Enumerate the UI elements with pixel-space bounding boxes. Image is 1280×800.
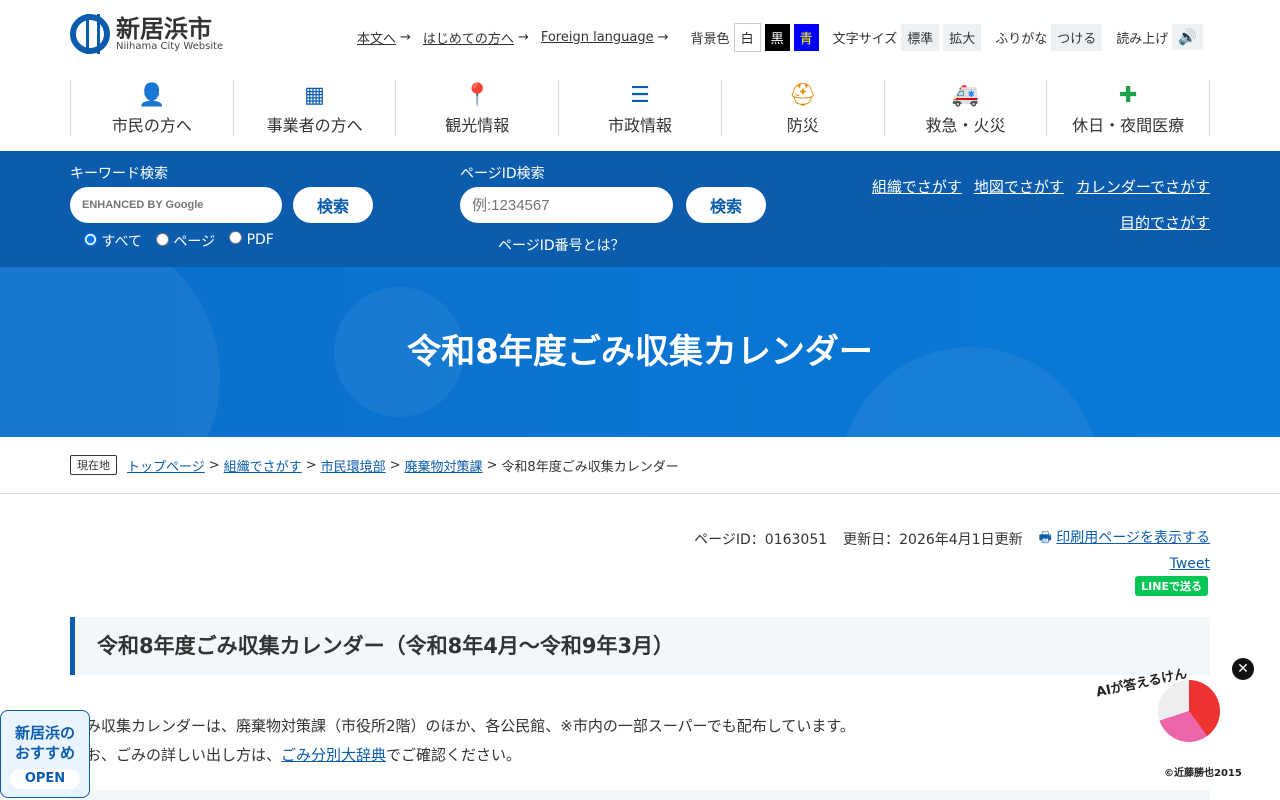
radio-pdf[interactable]: PDF [229, 231, 274, 251]
keyword-search-label: キーワード検索 [70, 166, 168, 182]
nav-item-0[interactable]: 👤 市民の方へ [70, 80, 233, 136]
font-large-button[interactable]: 拡大 [943, 23, 982, 51]
nav-item-2[interactable]: 📍 観光情報 [395, 80, 558, 136]
nav-item-label: 事業者の方へ [266, 116, 363, 135]
search-scope: すべて ページ PDF [84, 231, 274, 251]
foreign-language-link[interactable]: Foreign language [541, 30, 654, 45]
bg-white-button[interactable]: 白 [733, 22, 761, 52]
keyword-search-button[interactable]: 検索 [293, 187, 373, 223]
furigana-button[interactable]: つける [1051, 23, 1103, 51]
breadcrumb-organization[interactable]: 組織でさがす [224, 456, 302, 475]
recommend-line2: おすすめ [14, 744, 75, 762]
nav-item-label: 市政情報 [608, 116, 673, 135]
content-band [70, 790, 1210, 800]
medical-kit-icon: ✚ [1118, 83, 1138, 108]
radio-page[interactable]: ページ [155, 231, 215, 251]
utility-bar: 本文へ → はじめての方へ → Foreign language → 背景色 白 黒 … [357, 22, 1207, 52]
furigana-label: ふりがな [995, 31, 1048, 47]
paragraph: お、ごみの詳しい出し方は、ごみ分別大辞典でご確認ください。 [86, 746, 522, 764]
page-hero: 令和8年度ごみ収集カレンダー [0, 267, 1280, 437]
nav-item-label: 防災 [786, 116, 819, 135]
breadcrumb-current: 令和8年度ごみ収集カレンダー [501, 459, 679, 475]
recommend-panel-button[interactable]: 新居浜の おすすめ OPEN [0, 710, 90, 798]
helmet-icon: ⛑ [788, 83, 817, 108]
paragraph: み収集カレンダーは、廃棄物対策課（市役所2階）のほか、各公民館、※市内の一部スー… [86, 717, 855, 735]
pageid-search-label: ページID検索 [460, 166, 545, 182]
nav-item-label: 救急・火災 [925, 116, 1006, 135]
header: 新居浜市 Niihama City Website 本文へ → はじめての方へ → … [0, 0, 1280, 70]
search-bar: キーワード検索 検索 すべて ページ PDF ページID検索 検索 ページID番… [0, 151, 1280, 267]
nav-item-label: 市民の方へ [111, 116, 192, 135]
recommend-line1: 新居浜の [14, 724, 75, 742]
line-share-button[interactable]: LINEで送る [1135, 576, 1208, 596]
list-icon: ☰ [630, 83, 650, 108]
pageid-help-link[interactable]: ページID番号とは？ [498, 235, 625, 255]
tweet-link[interactable]: Tweet [1170, 556, 1210, 572]
site-logo[interactable]: 新居浜市 Niihama City Website [70, 14, 223, 54]
pageid-search-input[interactable] [460, 187, 673, 223]
nav-item-4[interactable]: ⛑ 防災 [720, 80, 884, 136]
find-by-calendar-link[interactable]: カレンダーでさがす [1076, 178, 1210, 196]
logo-subtitle: Niihama City Website [116, 40, 224, 52]
bg-color-label: 背景色 [690, 31, 730, 47]
page-id: ページID：0163051 [694, 532, 828, 548]
keyword-search-input[interactable] [70, 187, 282, 223]
nav-item-6[interactable]: ✚ 休日・夜間医療 [1046, 80, 1211, 136]
building-icon: ▦ [304, 83, 325, 108]
nav-item-label: 休日・夜間医療 [1072, 116, 1185, 135]
first-visit-link[interactable]: はじめての方へ [423, 28, 514, 47]
print-link[interactable]: 印刷用ページを表示する [1056, 530, 1210, 546]
updated-date: 更新日：2026年4月1日更新 [843, 532, 1023, 548]
city-emblem-icon [70, 14, 110, 54]
mascot-copyright: ©近藤勝也2015 [1164, 768, 1242, 779]
find-by-map-link[interactable]: 地図でさがす [974, 178, 1064, 196]
arrow-icon: → [517, 29, 529, 45]
arrow-icon: → [400, 29, 411, 45]
section-heading: 令和8年度ごみ収集カレンダー（令和8年4月～令和9年3月） [70, 617, 1210, 675]
find-links: 組織でさがす 地図でさがす カレンダーでさがす 目的でさがす [860, 169, 1210, 241]
skip-to-content-link[interactable]: 本文へ [357, 28, 396, 47]
nav-item-3[interactable]: ☰ 市政情報 [558, 80, 721, 136]
garbage-dictionary-link[interactable]: ごみ分別大辞典 [281, 746, 386, 764]
person-icon: 👤 [138, 83, 166, 108]
font-standard-button[interactable]: 標準 [901, 23, 940, 51]
main-nav: 👤 市民の方へ ▦ 事業者の方へ 📍 観光情報 ☰ 市政情報 ⛑ 防災 🚑 救急・火災 ✚ 休日・夜間医療 [70, 80, 1211, 136]
font-size-label: 文字サイズ [832, 31, 898, 47]
bg-black-button[interactable]: 黒 [764, 23, 790, 51]
find-by-purpose-link[interactable]: 目的でさがす [1120, 214, 1210, 232]
breadcrumb-division[interactable]: 廃棄物対策課 [405, 456, 483, 475]
find-by-organization-link[interactable]: 組織でさがす [872, 178, 962, 196]
mascot-character-icon[interactable] [1158, 680, 1220, 742]
map-pin-icon: 📍 [463, 83, 491, 108]
nav-item-5[interactable]: 🚑 救急・火災 [883, 80, 1047, 136]
page-meta: ページID：0163051 更新日：2026年4月1日更新 🖶 印刷用ページを表… [694, 527, 1210, 551]
breadcrumb-department[interactable]: 市民環境部 [321, 456, 386, 475]
breadcrumb-top[interactable]: トップページ [127, 456, 205, 475]
breadcrumb-tag: 現在地 [70, 455, 117, 475]
speaker-icon[interactable]: 🔊 [1172, 24, 1203, 50]
recommend-open-label: OPEN [10, 769, 80, 789]
breadcrumb: 現在地 トップページ > 組織でさがす > 市民環境部 > 廃棄物対策課 > 令… [0, 437, 1280, 494]
nav-item-label: 観光情報 [445, 116, 510, 135]
close-icon[interactable]: ✕ [1232, 658, 1254, 680]
ambulance-icon: 🚑 [951, 83, 980, 108]
arrow-icon: → [657, 29, 669, 45]
pageid-search-button[interactable]: 検索 [686, 187, 766, 223]
logo-title: 新居浜市 [116, 14, 212, 43]
bg-blue-button[interactable]: 青 [793, 23, 819, 51]
nav-item-1[interactable]: ▦ 事業者の方へ [232, 80, 396, 136]
radio-all[interactable]: すべて [84, 231, 142, 251]
read-aloud-label: 読み上げ [1116, 31, 1169, 47]
body-text: み収集カレンダーは、廃棄物対策課（市役所2階）のほか、各公民館、※市内の一部スー… [86, 712, 855, 770]
ai-assistant-widget[interactable]: AIが答えるけん ✕ ©近藤勝也2015 [1090, 658, 1260, 790]
printer-icon: 🖶 [1038, 530, 1052, 546]
